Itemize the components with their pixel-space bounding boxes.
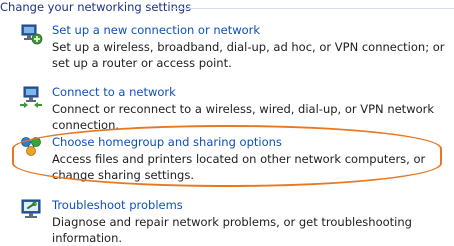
connect-network-icon xyxy=(19,84,43,108)
highlight-annotation xyxy=(12,125,442,187)
section-divider xyxy=(172,8,454,9)
new-connection-description: Set up a wireless, broadband, dial-up, a… xyxy=(52,40,445,70)
troubleshoot-icon xyxy=(19,197,43,221)
troubleshoot-description: Diagnose and repair network problems, or… xyxy=(52,215,412,245)
troubleshoot-link[interactable]: Troubleshoot problems xyxy=(52,197,183,213)
new-connection-link[interactable]: Set up a new connection or network xyxy=(52,22,260,38)
new-connection-icon xyxy=(19,22,43,46)
connect-network-link[interactable]: Connect to a network xyxy=(52,84,176,100)
